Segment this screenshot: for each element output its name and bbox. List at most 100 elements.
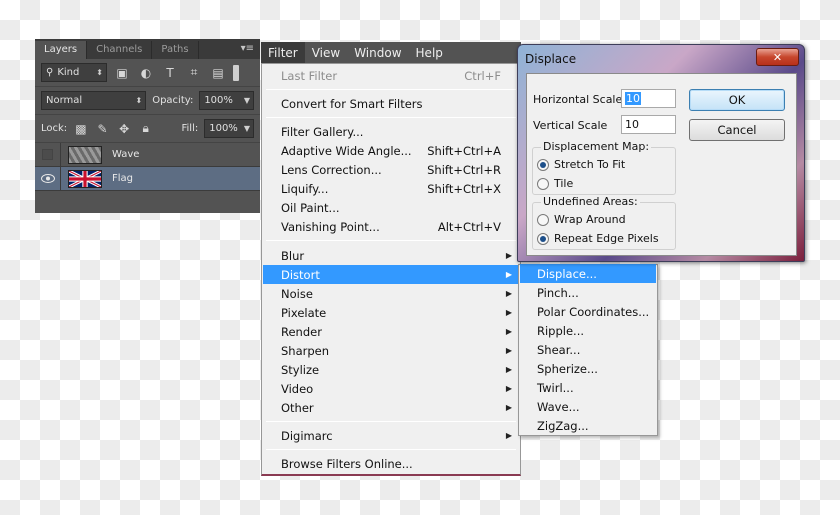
dialog-body: Horizontal Scale 10 Vertical Scale 10 OK…: [526, 73, 797, 256]
horizontal-scale-input[interactable]: 10: [621, 89, 676, 108]
fill-value: 100%: [209, 123, 238, 134]
close-button[interactable]: ✕: [756, 48, 799, 66]
menu-item-distort[interactable]: Distort ▶: [263, 265, 519, 284]
menu-window[interactable]: Window: [347, 42, 408, 63]
menu-item-label: Stylize: [281, 362, 320, 377]
fill-field[interactable]: 100% ▼: [204, 119, 255, 138]
layer-row-wave[interactable]: Wave: [35, 142, 260, 167]
submenu-item-polar-coordinates[interactable]: Polar Coordinates...: [520, 302, 656, 321]
menu-view[interactable]: View: [305, 42, 347, 63]
menu-item-convert-smart-filters[interactable]: Convert for Smart Filters: [263, 94, 519, 113]
lock-row: Lock: ▩ ✎ ✥ 🔒︎ Fill: 100% ▼: [35, 115, 260, 143]
stretch-to-fit-radio[interactable]: Stretch To Fit: [537, 158, 625, 171]
filter-kind-dropdown[interactable]: ⚲ Kind ⬍: [41, 63, 107, 82]
submenu-item-shear[interactable]: Shear...: [520, 340, 656, 359]
menu-help[interactable]: Help: [409, 42, 450, 63]
filter-kind-value: Kind: [57, 67, 80, 78]
submenu-item-ripple[interactable]: Ripple...: [520, 321, 656, 340]
menu-item-oil-paint[interactable]: Oil Paint...: [263, 198, 519, 217]
menu-filter[interactable]: Filter: [261, 42, 305, 63]
horizontal-scale-value: 10: [625, 92, 641, 105]
repeat-edge-pixels-radio[interactable]: Repeat Edge Pixels: [537, 232, 659, 245]
menu-item-label: Noise: [281, 286, 313, 301]
displace-dialog: Displace ✕ Horizontal Scale 10 Vertical …: [517, 44, 805, 262]
menu-item-shortcut: Shift+Ctrl+X: [427, 181, 501, 196]
menu-item-adaptive-wide-angle[interactable]: Adaptive Wide Angle... Shift+Ctrl+A: [263, 141, 519, 160]
tab-paths[interactable]: Paths: [152, 41, 199, 59]
cancel-button[interactable]: Cancel: [689, 119, 785, 141]
tab-layers[interactable]: Layers: [35, 41, 88, 59]
type-filter-icon[interactable]: T: [161, 65, 179, 81]
menu-item-label: Adaptive Wide Angle...: [281, 143, 412, 158]
lock-move-icon[interactable]: ✥: [116, 121, 132, 137]
menu-item-label: Other: [281, 400, 314, 415]
blend-mode-dropdown[interactable]: Normal ⬍: [41, 91, 147, 110]
layers-panel: Layers Channels Paths ▾≡ ⚲ Kind ⬍ ▣ ◐ T …: [35, 39, 260, 213]
lock-paint-icon[interactable]: ✎: [95, 121, 111, 137]
menu-item-stylize[interactable]: Stylize ▶: [263, 360, 519, 379]
submenu-item-twirl[interactable]: Twirl...: [520, 378, 656, 397]
menu-item-video[interactable]: Video ▶: [263, 379, 519, 398]
submenu-item-zigzag[interactable]: ZigZag...: [520, 416, 656, 435]
layer-name: Flag: [112, 173, 134, 184]
menu-item-label: Render: [281, 324, 322, 339]
menu-item-label: Lens Correction...: [281, 162, 382, 177]
menu-item-label: Last Filter: [281, 68, 338, 83]
vertical-scale-input[interactable]: 10: [621, 115, 676, 134]
lock-all-icon[interactable]: 🔒︎: [138, 121, 154, 137]
panel-tabs: Layers Channels Paths ▾≡: [35, 39, 260, 59]
radio-unselected-icon: [537, 213, 549, 226]
menu-item-render[interactable]: Render ▶: [263, 322, 519, 341]
ok-button[interactable]: OK: [689, 89, 785, 111]
menu-item-filter-gallery[interactable]: Filter Gallery...: [263, 122, 519, 141]
menu-item-label: Pixelate: [281, 305, 327, 320]
blend-row: Normal ⬍ Opacity: 100% ▼: [35, 87, 260, 115]
chevron-down-icon: ▼: [243, 124, 251, 133]
chevron-down-icon: ▼: [243, 96, 250, 105]
menu-item-lens-correction[interactable]: Lens Correction... Shift+Ctrl+R: [263, 160, 519, 179]
submenu-arrow-icon: ▶: [505, 289, 512, 298]
adjustment-filter-icon[interactable]: ◐: [137, 65, 155, 81]
opacity-value: 100%: [204, 95, 233, 106]
menu-item-noise[interactable]: Noise ▶: [263, 284, 519, 303]
pixel-filter-icon[interactable]: ▣: [113, 65, 131, 81]
menu-item-vanishing-point[interactable]: Vanishing Point... Alt+Ctrl+V: [263, 217, 519, 236]
horizontal-scale-label: Horizontal Scale: [533, 93, 623, 106]
lock-transparent-icon[interactable]: ▩: [73, 121, 89, 137]
menu-item-browse-filters-online[interactable]: Browse Filters Online...: [263, 454, 519, 473]
menu-bar: Filter View Window Help: [261, 42, 521, 63]
submenu-arrow-icon: ▶: [505, 346, 512, 355]
menu-item-blur[interactable]: Blur ▶: [263, 246, 519, 265]
menu-item-digimarc[interactable]: Digimarc ▶: [263, 426, 519, 445]
opacity-field[interactable]: 100% ▼: [199, 91, 254, 110]
panel-menu-icon[interactable]: ▾≡: [241, 43, 254, 54]
shape-filter-icon[interactable]: ⌗: [185, 65, 203, 81]
menu-item-last-filter[interactable]: Last Filter Ctrl+F: [263, 66, 519, 85]
wrap-around-radio[interactable]: Wrap Around: [537, 213, 626, 226]
menu-separator: [266, 421, 516, 422]
tile-radio[interactable]: Tile: [537, 177, 573, 190]
submenu-arrow-icon: ▶: [505, 270, 512, 279]
submenu-item-pinch[interactable]: Pinch...: [520, 283, 656, 302]
visibility-toggle[interactable]: [35, 142, 61, 167]
layer-row-flag[interactable]: Flag: [35, 166, 260, 191]
layer-name: Wave: [112, 149, 140, 160]
submenu-item-spherize[interactable]: Spherize...: [520, 359, 656, 378]
menu-separator: [266, 449, 516, 450]
smart-object-filter-icon[interactable]: ▤: [209, 65, 227, 81]
submenu-item-displace[interactable]: Displace...: [520, 264, 656, 283]
submenu-arrow-icon: ▶: [505, 327, 512, 336]
filter-toggle-icon[interactable]: [233, 64, 239, 81]
menu-item-sharpen[interactable]: Sharpen ▶: [263, 341, 519, 360]
submenu-item-wave[interactable]: Wave...: [520, 397, 656, 416]
wrap-around-label: Wrap Around: [554, 213, 626, 226]
dialog-titlebar[interactable]: Displace ✕: [518, 45, 804, 73]
menu-item-liquify[interactable]: Liquify... Shift+Ctrl+X: [263, 179, 519, 198]
submenu-arrow-icon: ▶: [505, 251, 512, 260]
menu-item-other[interactable]: Other ▶: [263, 398, 519, 417]
menu-item-pixelate[interactable]: Pixelate ▶: [263, 303, 519, 322]
eye-icon[interactable]: [35, 166, 61, 191]
layer-thumbnail-wave: [68, 145, 102, 164]
tab-channels[interactable]: Channels: [87, 41, 153, 59]
menu-item-shortcut: Alt+Ctrl+V: [437, 219, 501, 234]
